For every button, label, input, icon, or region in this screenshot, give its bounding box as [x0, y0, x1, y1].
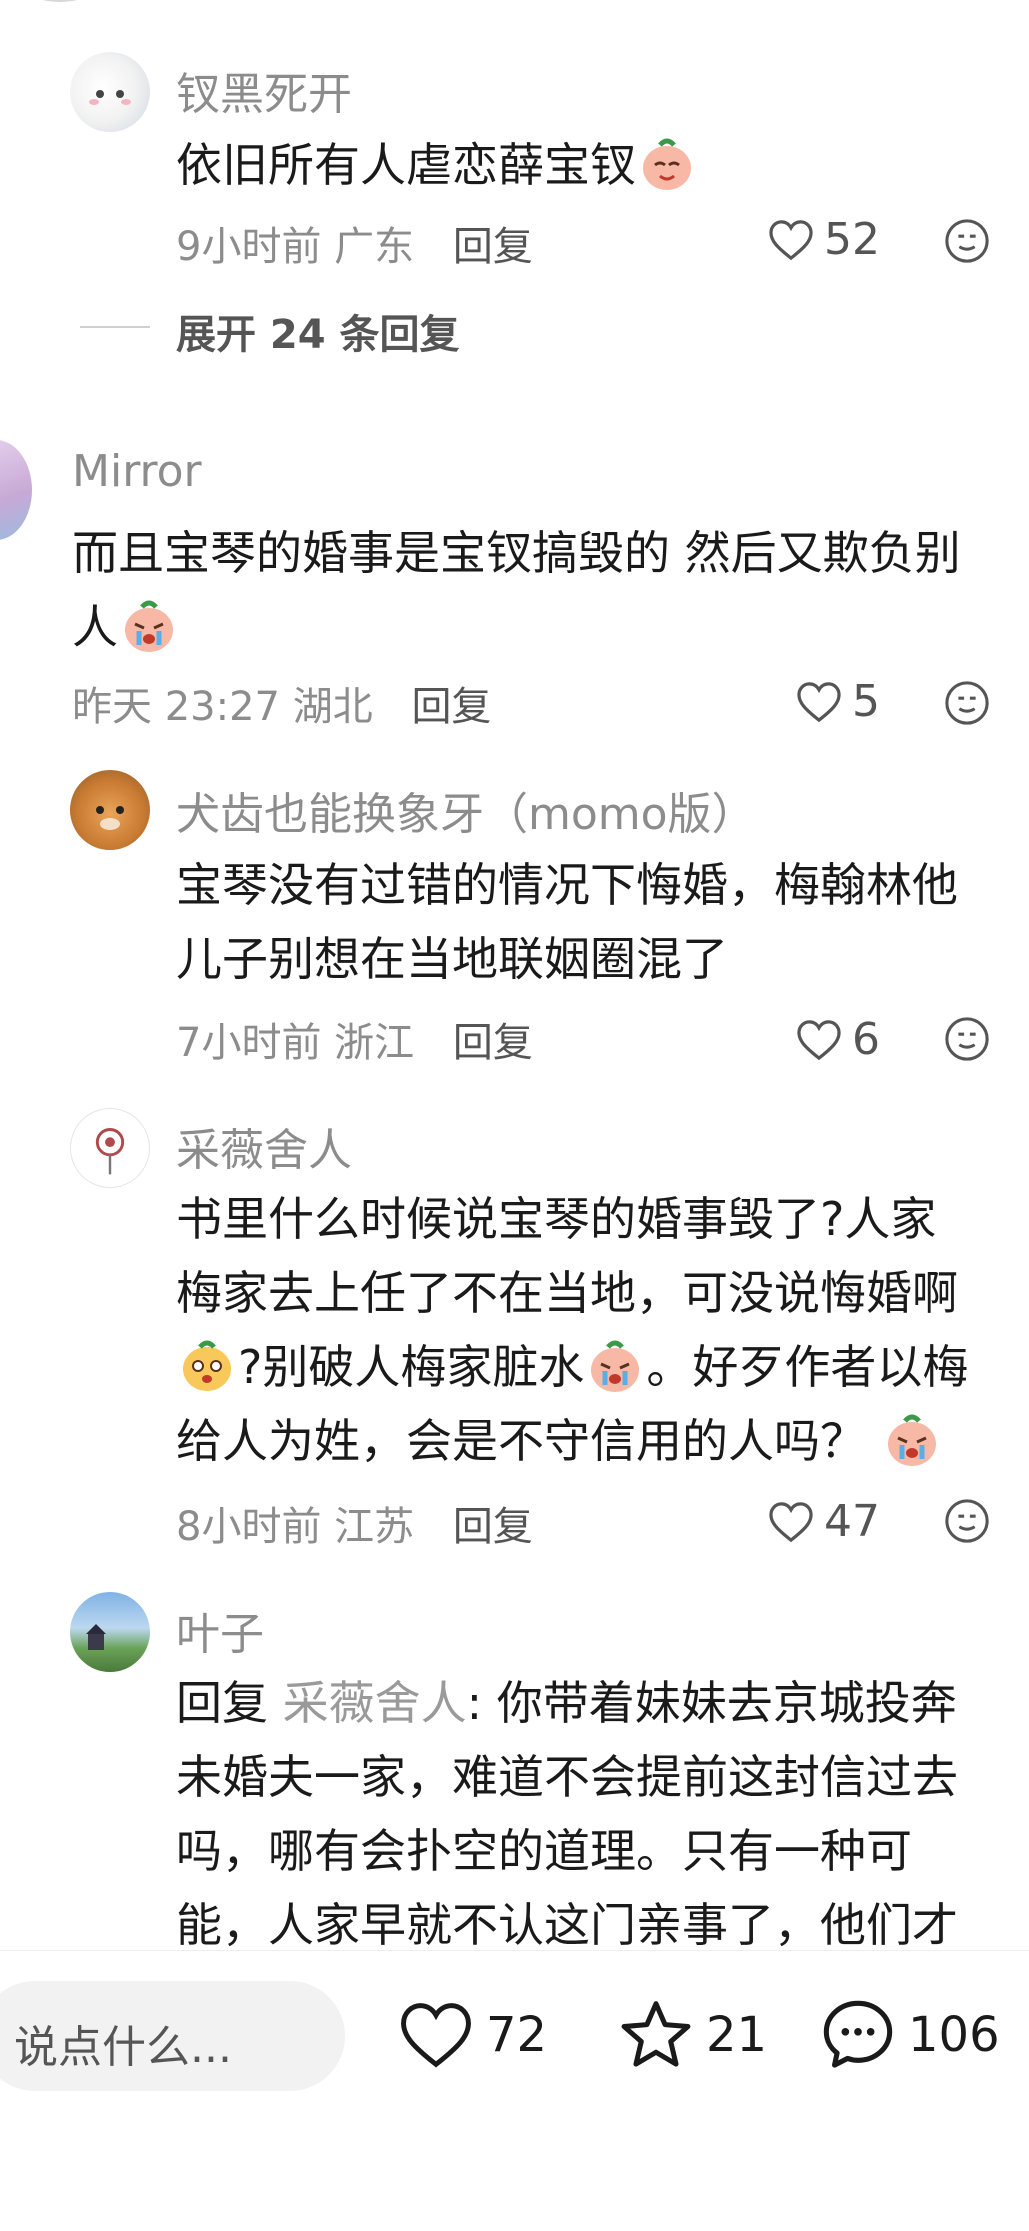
timestamp: 8小时前 [176, 1504, 322, 1550]
location: 湖北 [292, 684, 373, 730]
reply-button[interactable]: 回复 [411, 684, 491, 730]
favorite-button[interactable]: 21 [618, 1999, 767, 2071]
comment-meta: 昨天 23:27 湖北 回复 [72, 674, 491, 732]
username[interactable]: 犬齿也能换象牙（momo版） [176, 778, 756, 842]
heart-icon [401, 2003, 471, 2068]
expand-divider [80, 326, 150, 328]
emoji-face-icon[interactable] [944, 1498, 990, 1544]
post-like-count: 72 [486, 2007, 548, 2063]
star-icon [621, 2001, 691, 2067]
emoji-face-icon[interactable] [944, 218, 990, 264]
username[interactable]: 采薇舍人 [176, 1114, 352, 1178]
emoji-face-icon[interactable] [944, 1016, 990, 1062]
comment-count: 106 [908, 2007, 1000, 2063]
reply-prefix: 回复 [176, 1676, 268, 1730]
favorite-count: 21 [706, 2007, 768, 2063]
comment-text: 而且宝琴的婚事是宝钗搞毁的 然后又欺负别 人 [72, 526, 961, 655]
comment-input-placeholder: 说点什么... [14, 2022, 232, 2073]
avatar[interactable] [70, 1108, 150, 1188]
avatar[interactable] [70, 770, 150, 850]
emoji-face-icon[interactable] [944, 680, 990, 726]
like-count: 6 [852, 1014, 880, 1065]
like-button[interactable]: 6 [796, 1014, 880, 1065]
comment-text: 宝琴没有过错的情况下悔婚，梅翰林他 儿子别想在当地联姻圈混了 [176, 858, 958, 986]
comment-text: 依旧所有人虐恋薛宝钗 [176, 128, 698, 202]
like-button[interactable]: 52 [768, 214, 880, 265]
bottom-action-bar: 说点什么... 72 21 106 [0, 1950, 1029, 2231]
comments-button[interactable]: 106 [820, 1997, 1000, 2073]
crying-emoji-icon [883, 1411, 941, 1469]
crying-emoji-icon [586, 1337, 644, 1395]
like-count: 47 [824, 1496, 880, 1547]
like-post-button[interactable]: 72 [398, 2001, 547, 2069]
username[interactable]: 叶子 [176, 1598, 264, 1662]
reply-button[interactable]: 回复 [453, 1020, 533, 1066]
heart-icon [769, 219, 813, 260]
like-count: 5 [852, 676, 880, 727]
reply-button[interactable]: 回复 [453, 1504, 533, 1550]
like-button[interactable]: 5 [796, 676, 880, 727]
like-button[interactable]: 47 [768, 1496, 880, 1547]
timestamp: 7小时前 [176, 1020, 322, 1066]
location: 浙江 [334, 1020, 415, 1066]
heart-icon [797, 1019, 841, 1060]
heart-icon [797, 681, 841, 722]
avatar[interactable] [70, 52, 150, 132]
reply-to-username[interactable]: 采薇舍人 [283, 1676, 467, 1730]
timestamp: 昨天 23:27 [72, 684, 280, 730]
like-count: 52 [824, 214, 880, 265]
comment-meta: 8小时前 江苏 回复 [176, 1494, 533, 1552]
smiling-emoji-icon [638, 135, 696, 193]
previous-avatar-remnant [30, 0, 90, 2]
surprised-emoji-icon [178, 1337, 236, 1395]
expand-replies-button[interactable]: 展开 24 条回复 [176, 302, 460, 360]
crying-emoji-icon [120, 597, 178, 655]
username[interactable]: Mirror [72, 446, 202, 497]
avatar[interactable] [0, 440, 32, 540]
comment-text: 回复 采薇舍人: 你带着妹妹去京城投奔 未婚夫一家，难道不会提前这封信过去 吗，… [176, 1676, 958, 1952]
comment-meta: 7小时前 浙江 回复 [176, 1010, 533, 1068]
avatar[interactable] [70, 1592, 150, 1672]
comment-text: 书里什么时候说宝琴的婚事毁了?人家 梅家去上任了不在当地，可没说悔婚啊 ?别破人… [176, 1192, 969, 1469]
chat-bubble-icon [823, 2000, 893, 2068]
comment-meta: 9小时前 广东 回复 [176, 214, 533, 272]
heart-icon [769, 1501, 813, 1542]
location: 江苏 [334, 1504, 415, 1550]
timestamp: 9小时前 [176, 224, 322, 270]
comment-input[interactable]: 说点什么... [0, 1981, 345, 2091]
location: 广东 [334, 224, 415, 270]
username[interactable]: 钗黑死开 [176, 58, 352, 122]
reply-button[interactable]: 回复 [453, 224, 533, 270]
